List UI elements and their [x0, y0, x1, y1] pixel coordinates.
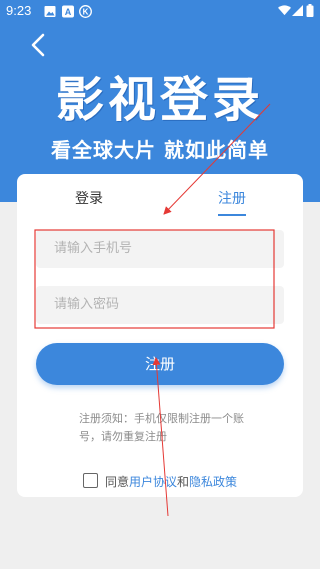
user-agreement-link[interactable]: 用户协议	[129, 475, 177, 489]
register-notice: 注册须知：手机仅限制注册一个账号，请勿重复注册	[79, 412, 244, 443]
register-card: 登录 注册 请输入手机号 请输入密码 注册 注册须知：手机仅限制注册一个账号，请…	[17, 174, 303, 497]
image-icon	[44, 6, 56, 17]
agreement-conjunction: 和	[177, 475, 190, 489]
password-input[interactable]: 请输入密码	[36, 286, 284, 324]
k-badge-icon: K	[79, 5, 92, 18]
tab-login[interactable]: 登录	[75, 188, 103, 208]
agreement-checkbox[interactable]	[83, 473, 98, 488]
status-time: 9:23	[6, 3, 32, 18]
status-bar: 9:23 A K	[0, 0, 320, 24]
battery-icon	[306, 4, 314, 17]
active-tab-underline	[218, 214, 246, 216]
wifi-icon	[278, 5, 291, 16]
signal-icon	[292, 5, 303, 16]
privacy-policy-link[interactable]: 隐私政策	[189, 475, 237, 489]
page-title: 影视登录	[55, 72, 264, 128]
svg-text:K: K	[83, 8, 89, 17]
phone-input[interactable]: 请输入手机号	[36, 230, 284, 268]
a-badge-icon: A	[62, 5, 74, 18]
register-button[interactable]: 注册	[36, 343, 284, 385]
agreement-prefix: 同意	[105, 475, 130, 489]
page-subtitle: 看全球大片 就如此简单	[51, 138, 269, 162]
tab-register[interactable]: 注册	[218, 188, 246, 208]
svg-text:A: A	[65, 7, 72, 17]
back-chevron-icon[interactable]	[28, 32, 50, 58]
